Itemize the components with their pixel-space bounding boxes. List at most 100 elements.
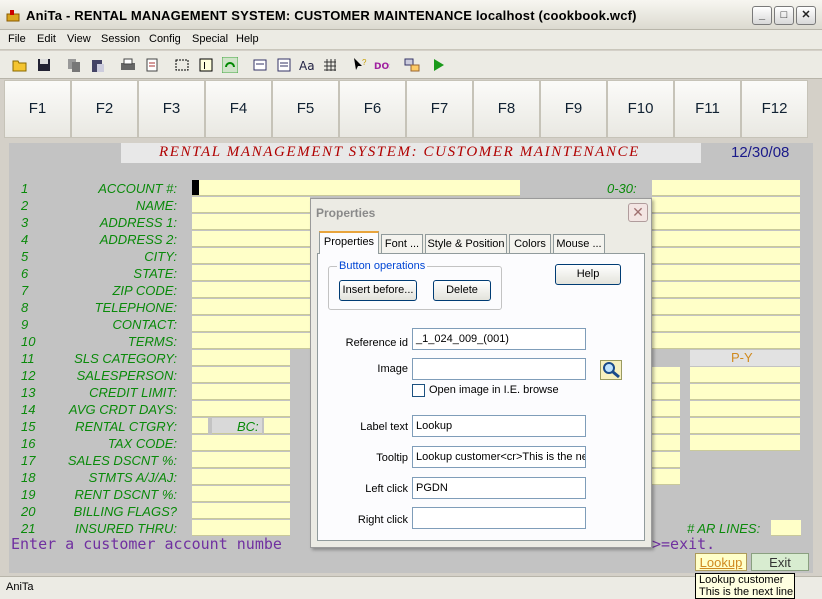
- f6-key[interactable]: F6: [339, 80, 406, 138]
- open-folder-icon[interactable]: [12, 57, 28, 73]
- select-icon[interactable]: [174, 57, 190, 73]
- f10-key[interactable]: F10: [607, 80, 674, 138]
- svg-text:?: ?: [362, 58, 367, 67]
- print-preview-icon[interactable]: [144, 57, 160, 73]
- f4-key[interactable]: F4: [205, 80, 272, 138]
- connect-icon[interactable]: [404, 57, 420, 73]
- grid-icon[interactable]: [322, 57, 338, 73]
- copy-icon[interactable]: [66, 57, 82, 73]
- f1-key[interactable]: F1: [4, 80, 71, 138]
- title-bar: AniTa - RENTAL MANAGEMENT SYSTEM: CUSTOM…: [0, 0, 822, 30]
- maximize-button[interactable]: □: [774, 6, 794, 25]
- delete-button[interactable]: Delete: [433, 280, 491, 301]
- credit-limit-input[interactable]: [192, 384, 290, 400]
- tab-style-position[interactable]: Style & Position: [425, 234, 507, 253]
- address1-input[interactable]: [192, 214, 310, 230]
- field-label: TERMS:: [127, 334, 177, 349]
- open-image-checkbox[interactable]: [412, 384, 425, 397]
- refresh-icon[interactable]: [222, 57, 238, 73]
- minimize-button[interactable]: _: [752, 6, 772, 25]
- f7-key[interactable]: F7: [406, 80, 473, 138]
- rent-discount-input[interactable]: [192, 486, 290, 502]
- tab-font[interactable]: Font ...: [381, 234, 423, 253]
- billing-flags-input[interactable]: [192, 503, 290, 519]
- statements-input[interactable]: [192, 469, 290, 485]
- telephone-input[interactable]: [192, 299, 310, 315]
- terms-input[interactable]: [192, 333, 310, 349]
- paste-icon[interactable]: [90, 57, 106, 73]
- field-label: STMTS A/J/AJ:: [88, 470, 177, 485]
- f5-key[interactable]: F5: [272, 80, 339, 138]
- print-icon[interactable]: [120, 57, 136, 73]
- menu-view[interactable]: View: [67, 33, 91, 45]
- sales-discount-input[interactable]: [192, 452, 290, 468]
- f2-key[interactable]: F2: [71, 80, 138, 138]
- avg-credit-days-input[interactable]: [192, 401, 290, 417]
- tooltip-field[interactable]: Lookup customer<cr>This is the ne: [412, 446, 586, 468]
- tab-properties[interactable]: Properties: [319, 231, 379, 254]
- app-icon: [6, 10, 20, 22]
- salesperson-input[interactable]: [192, 367, 290, 383]
- menu-edit[interactable]: Edit: [37, 33, 56, 45]
- f3-key[interactable]: F3: [138, 80, 205, 138]
- tax-code-input[interactable]: [192, 435, 290, 451]
- insert-before-button[interactable]: Insert before...: [339, 280, 417, 301]
- insured-thru-input[interactable]: [192, 520, 290, 536]
- row-number: 11: [21, 351, 35, 366]
- label-text-field[interactable]: Lookup: [412, 415, 586, 437]
- f12-key[interactable]: F12: [741, 80, 808, 138]
- svg-text:DOS: DOS: [374, 62, 390, 72]
- save-icon[interactable]: [36, 57, 52, 73]
- tab-mouse[interactable]: Mouse ...: [553, 234, 605, 253]
- browse-image-icon[interactable]: [600, 360, 622, 380]
- pointer-help-icon[interactable]: ?: [352, 57, 368, 73]
- menu-config[interactable]: Config: [149, 33, 181, 45]
- rental-category-input[interactable]: [192, 418, 208, 434]
- reference-id-field[interactable]: _1_024_009_(001): [412, 328, 586, 350]
- city-input[interactable]: [192, 248, 310, 264]
- address2-input[interactable]: [192, 231, 310, 247]
- list-icon[interactable]: [276, 57, 292, 73]
- bc-input[interactable]: [264, 418, 290, 434]
- button-operations-group: Button operations Insert before... Delet…: [328, 260, 502, 310]
- row-number: 5: [21, 249, 29, 264]
- right-click-label: Right click: [357, 514, 408, 526]
- exit-button[interactable]: Exit: [751, 553, 809, 571]
- label-icon[interactable]: I: [198, 57, 214, 73]
- name-input[interactable]: [192, 197, 310, 213]
- aging-0-30-field: [652, 180, 800, 196]
- field-label: NAME:: [135, 198, 177, 213]
- field-label: AVG CRDT DAYS:: [68, 402, 177, 417]
- dialog-close-button[interactable]: ✕: [628, 203, 648, 222]
- dos-icon[interactable]: DOS: [374, 57, 390, 73]
- help-button[interactable]: Help: [555, 264, 621, 285]
- right-click-field[interactable]: [412, 507, 586, 529]
- state-input[interactable]: [192, 265, 310, 281]
- tooltip-line-1: Lookup customer: [699, 574, 784, 586]
- zip-input[interactable]: [192, 282, 310, 298]
- row-number: 9: [21, 317, 29, 332]
- menu-help[interactable]: Help: [236, 33, 259, 45]
- f9-key[interactable]: F9: [540, 80, 607, 138]
- font-icon[interactable]: Aa: [298, 57, 314, 73]
- menu-file[interactable]: File: [8, 33, 26, 45]
- field-label: SLS CATEGORY:: [74, 351, 177, 366]
- f8-key[interactable]: F8: [473, 80, 540, 138]
- close-button[interactable]: ✕: [796, 6, 816, 25]
- menu-bar: File Edit View Session Config Special He…: [0, 30, 822, 50]
- lookup-button[interactable]: Lookup: [695, 553, 747, 571]
- menu-special[interactable]: Special: [192, 33, 228, 45]
- sls-category-input[interactable]: [192, 350, 290, 366]
- py-field: [690, 384, 800, 400]
- tab-colors[interactable]: Colors: [509, 234, 551, 253]
- play-icon[interactable]: [430, 57, 446, 73]
- menu-session[interactable]: Session: [101, 33, 140, 45]
- field-label: TELEPHONE:: [94, 300, 177, 315]
- contact-input[interactable]: [192, 316, 310, 332]
- left-click-field[interactable]: PGDN: [412, 477, 586, 499]
- account-input[interactable]: [192, 180, 520, 196]
- form-icon[interactable]: [252, 57, 268, 73]
- aging-field: [652, 231, 800, 247]
- f11-key[interactable]: F11: [674, 80, 741, 138]
- image-field[interactable]: [412, 358, 586, 380]
